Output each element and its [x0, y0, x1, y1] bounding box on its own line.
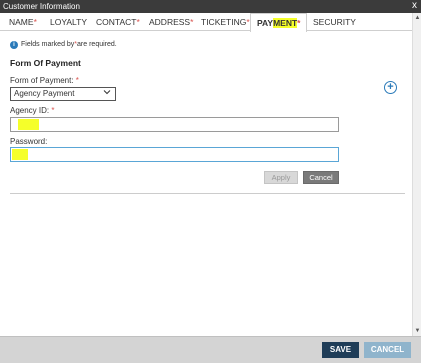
cancel-button[interactable]: Cancel [303, 171, 339, 184]
scroll-down-icon[interactable]: ▼ [414, 327, 421, 335]
tab-loyalty[interactable]: LOYALTY [50, 13, 87, 31]
required-marker: * [51, 106, 55, 115]
tab-label: CONTACT [96, 17, 137, 27]
close-icon[interactable]: x [412, 0, 417, 12]
form-of-payment-select[interactable]: Agency Payment [10, 87, 116, 101]
required-marker: * [33, 17, 37, 27]
chevron-down-icon [103, 88, 111, 100]
tab-label: LOYALTY [50, 17, 88, 27]
tab-label-highlight: MENT [273, 18, 298, 28]
info-text: Fields marked by [21, 41, 75, 48]
tab-payment[interactable]: PAYMENT* [250, 13, 308, 32]
required-marker: * [190, 17, 194, 27]
window-title: Customer Information [3, 2, 80, 11]
form-of-payment-label: Form of Payment: * [10, 76, 79, 85]
info-icon: i [10, 40, 18, 49]
add-payment-button[interactable]: + [384, 81, 397, 94]
plus-circle-icon: + [387, 81, 394, 93]
label-text: Form of Payment: [10, 76, 76, 85]
scroll-up-icon[interactable]: ▲ [414, 14, 421, 22]
password-label: Password: [10, 137, 48, 146]
tab-label: TICKETING [201, 17, 247, 27]
vertical-scrollbar[interactable]: ▲ ▼ [412, 13, 421, 336]
password-input[interactable] [10, 147, 339, 162]
label-text: Agency ID: [10, 106, 52, 115]
tab-address[interactable]: ADDRESS* [149, 13, 193, 31]
required-marker: * [136, 17, 140, 27]
tab-security[interactable]: SECURITY [313, 13, 356, 31]
tab-label: SECURITY [313, 17, 356, 27]
section-title: Form Of Payment [10, 58, 81, 68]
tab-name[interactable]: NAME* [9, 13, 37, 31]
footer-cancel-button[interactable]: CANCEL [364, 342, 411, 358]
tab-label: PAY [257, 18, 274, 28]
footer-bar: SAVE CANCEL [0, 336, 421, 363]
highlight-mark [12, 149, 28, 160]
apply-button[interactable]: Apply [264, 171, 298, 184]
save-button[interactable]: SAVE [322, 342, 359, 358]
tab-label: NAME [9, 17, 34, 27]
highlight-mark [18, 119, 39, 130]
required-marker: * [75, 76, 79, 85]
tab-bar: NAME* LOYALTY CONTACT* ADDRESS* TICKETIN… [0, 13, 412, 32]
info-text: are required. [77, 41, 117, 48]
selected-value: Agency Payment [14, 89, 75, 98]
window-titlebar: Customer Information x [0, 0, 421, 13]
agency-id-input[interactable] [10, 117, 339, 132]
required-fields-note: i Fields marked by * are required. [10, 40, 117, 49]
tab-label: ADDRESS [149, 17, 191, 27]
tab-contact[interactable]: CONTACT* [96, 13, 140, 31]
agency-id-label: Agency ID: * [10, 106, 54, 115]
required-marker: * [297, 18, 301, 28]
divider [10, 193, 405, 194]
tab-ticketing[interactable]: TICKETING* [201, 13, 250, 31]
